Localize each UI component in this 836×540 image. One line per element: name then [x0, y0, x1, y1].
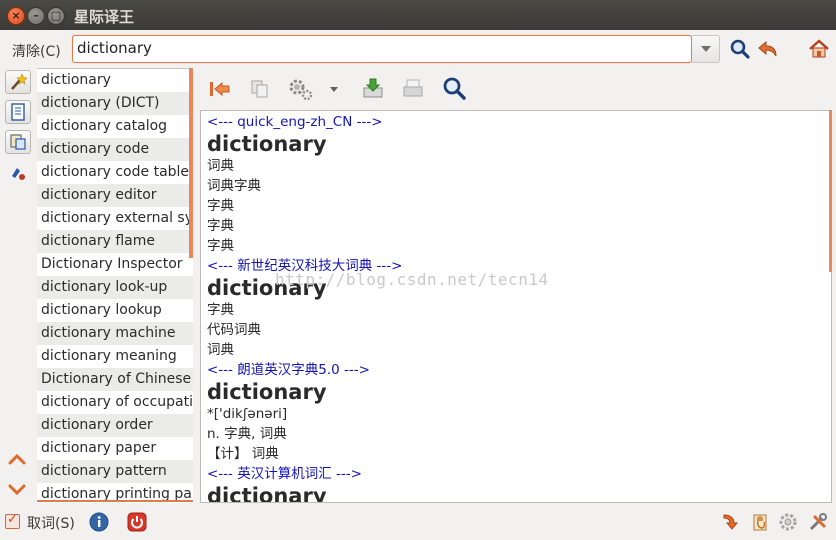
definition-line: 字典 — [207, 218, 234, 234]
gear-dropdown-icon[interactable] — [329, 86, 339, 94]
word-list-scrollbar[interactable] — [189, 68, 193, 258]
list-item[interactable]: dictionary pattern — [37, 460, 193, 483]
translate-button[interactable] — [5, 130, 31, 154]
word-list[interactable]: dictionary dictionary (DICT) dictionary ca… — [37, 68, 193, 503]
home-icon[interactable] — [808, 38, 830, 60]
wand-icon — [11, 73, 28, 90]
list-item[interactable]: Dictionary Inspector — [37, 253, 193, 276]
maximize-icon: □ — [50, 9, 62, 22]
list-item[interactable]: dictionary lookup — [37, 299, 193, 322]
definition-line: 词典字典 — [207, 178, 261, 194]
dictionary-header: <--- quick_eng-zh_CN ---> — [207, 114, 383, 130]
definition-line: 字典 — [207, 302, 234, 318]
close-icon: × — [11, 9, 21, 22]
print-icon[interactable] — [400, 76, 426, 102]
definition-line: 词典 — [207, 342, 234, 358]
watermark: http://blog.csdn.net/tecn14 — [275, 270, 549, 289]
minimize-window-button[interactable]: – — [27, 7, 45, 25]
find-icon[interactable] — [441, 76, 467, 102]
info-icon[interactable] — [89, 512, 109, 532]
word-list-divider — [37, 500, 193, 502]
list-item[interactable]: dictionary machine — [37, 322, 193, 345]
list-item[interactable]: Dictionary of Chinese Proverbs — [37, 368, 193, 391]
search-icon[interactable] — [729, 38, 751, 60]
scroll-up-icon[interactable] — [8, 452, 26, 466]
definition-line: n. 字典, 词典 — [207, 426, 287, 442]
definition-line: 字典 — [207, 238, 234, 254]
scroll-down-icon[interactable] — [8, 483, 26, 497]
dictionary-header: <--- 英汉计算机词汇 ---> — [207, 466, 362, 482]
definition-scrollbar[interactable] — [829, 110, 832, 272]
list-item[interactable]: dictionary (DICT) — [37, 92, 193, 115]
search-field[interactable] — [72, 35, 692, 63]
copy-icon[interactable] — [247, 76, 273, 102]
list-item[interactable]: dictionary external symbol — [37, 207, 193, 230]
scan-checkbox[interactable]: ✓ — [5, 512, 20, 529]
book-list-icon — [11, 103, 25, 121]
list-item[interactable]: dictionary editor — [37, 184, 193, 207]
clear-button[interactable]: 清除(C) — [12, 41, 61, 61]
definition-panel[interactable]: <--- quick_eng-zh_CN ---> dictionary 词典 词典字… — [200, 110, 832, 503]
headword: dictionary — [207, 380, 327, 404]
list-item[interactable]: dictionary of occupational titles — [37, 391, 193, 414]
back-arrow-icon[interactable] — [757, 38, 779, 60]
settings-icon[interactable] — [778, 512, 798, 532]
tools-icon[interactable] — [808, 512, 828, 532]
list-item[interactable]: dictionary code table — [37, 161, 193, 184]
definition-line: 词典 — [207, 158, 234, 174]
list-item[interactable]: dictionary paper — [37, 437, 193, 460]
arrow-down-icon[interactable] — [720, 512, 740, 532]
full-text-button[interactable] — [5, 162, 31, 186]
list-item[interactable]: dictionary look-up — [37, 276, 193, 299]
list-item[interactable]: dictionary flame — [37, 230, 193, 253]
pen-icon — [12, 168, 25, 180]
list-item[interactable]: dictionary meaning — [37, 345, 193, 368]
close-window-button[interactable]: × — [7, 7, 25, 25]
minimize-icon: – — [33, 9, 39, 22]
history-dropdown-button[interactable] — [692, 35, 720, 63]
definition-line: 【计】 词典 — [207, 446, 279, 462]
list-item[interactable]: dictionary — [37, 69, 193, 92]
search-input[interactable] — [77, 36, 677, 60]
window-title: 星际译王 — [74, 8, 135, 26]
dictionary-list-button[interactable] — [5, 100, 31, 124]
check-icon: ✓ — [7, 512, 18, 527]
scan-mode-button[interactable] — [5, 70, 31, 94]
headword: dictionary — [207, 132, 327, 156]
scan-label[interactable]: 取词(S) — [27, 513, 75, 533]
maximize-window-button[interactable]: □ — [47, 7, 65, 25]
power-icon[interactable] — [127, 512, 147, 532]
definition-line: 字典 — [207, 198, 234, 214]
definition-line: 代码词典 — [207, 322, 261, 338]
list-item[interactable]: dictionary catalog — [37, 115, 193, 138]
go-first-icon[interactable] — [207, 76, 233, 102]
chevron-down-icon — [701, 46, 711, 52]
definition-line: *['dikʃənəri] — [207, 406, 288, 422]
headword: dictionary — [207, 484, 327, 503]
list-item[interactable]: dictionary code — [37, 138, 193, 161]
hand-icon[interactable] — [750, 512, 770, 532]
translate-icon — [10, 134, 26, 150]
title-bar: × – □ 星际译王 — [0, 0, 836, 30]
list-item[interactable]: dictionary order — [37, 414, 193, 437]
dictionary-header: <--- 朗道英汉字典5.0 ---> — [207, 362, 370, 378]
gear-icon[interactable] — [287, 76, 317, 102]
save-icon[interactable] — [360, 76, 386, 102]
